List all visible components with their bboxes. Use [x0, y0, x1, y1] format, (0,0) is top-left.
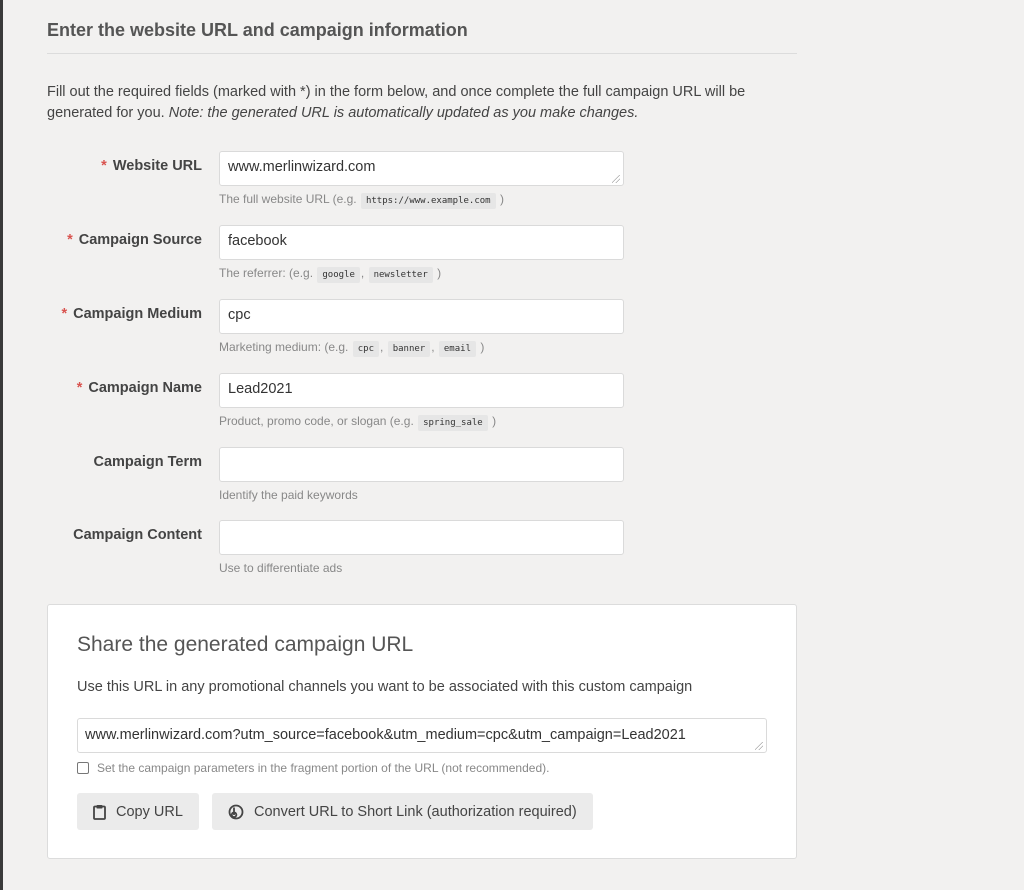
resize-handle[interactable] [612, 175, 620, 183]
help-text: The referrer: (e.g. [219, 266, 314, 280]
help-suffix: ) [492, 414, 497, 428]
example-code: banner [387, 341, 431, 357]
share-description: Use this URL in any promotional channels… [77, 679, 693, 695]
field-help: Identify the paid keywords [219, 488, 358, 502]
required-marker: * [76, 380, 83, 396]
field-input[interactable]: Lead2021 [219, 373, 624, 408]
field-label-text: Campaign Term [93, 454, 202, 470]
example-code: google [317, 267, 360, 283]
field-value: facebook [228, 233, 287, 249]
field-label-text: Campaign Source [78, 232, 202, 248]
field-help: The full website URL (e.g. https://www.e… [219, 192, 504, 209]
field-label: Campaign Content [12, 527, 202, 543]
intro-note: Note: the generated URL is automatically… [168, 105, 639, 121]
field-input[interactable]: www.merlinwizard.com [219, 151, 624, 186]
copy-url-button[interactable]: Copy URL [77, 793, 199, 830]
field-label: * Campaign Medium [12, 306, 202, 322]
example-code: cpc [352, 341, 379, 357]
clipboard-icon [93, 804, 106, 820]
field-label-text: Website URL [112, 158, 202, 174]
resize-handle[interactable] [755, 742, 763, 750]
generated-url-field[interactable]: www.merlinwizard.com?utm_source=facebook… [77, 718, 767, 753]
field-input[interactable] [219, 447, 624, 482]
field-label-text: Campaign Content [73, 527, 202, 543]
field-value: Lead2021 [228, 381, 293, 397]
field-help: Use to differentiate ads [219, 561, 342, 575]
field-value: cpc [228, 307, 251, 323]
required-marker: * [101, 158, 107, 174]
field-help: Marketing medium: (e.g. cpc, banner, ema… [219, 340, 485, 357]
required-marker: * [61, 306, 68, 322]
copy-url-label: Copy URL [116, 803, 183, 820]
share-panel: Share the generated campaign URL Use thi… [47, 604, 797, 859]
help-text: Identify the paid keywords [219, 488, 358, 502]
example-code: https://www.example.com [360, 193, 496, 209]
fragment-checkbox[interactable] [77, 762, 89, 774]
bitly-icon [228, 804, 244, 820]
section-title: Enter the website URL and campaign infor… [47, 20, 797, 54]
field-label: * Website URL [12, 158, 202, 174]
intro-text: Fill out the required fields (marked wit… [47, 82, 807, 124]
fragment-checkbox-label: Set the campaign parameters in the fragm… [97, 761, 550, 775]
example-code: email [438, 341, 476, 357]
help-text: Use to differentiate ads [219, 561, 343, 575]
field-label-text: Campaign Name [88, 380, 202, 396]
help-text: Marketing medium: (e.g. [219, 340, 349, 354]
share-title: Share the generated campaign URL [77, 633, 414, 656]
field-label-text: Campaign Medium [73, 306, 202, 322]
field-value: www.merlinwizard.com [228, 159, 376, 175]
field-input[interactable]: cpc [219, 299, 624, 334]
short-link-button[interactable]: Convert URL to Short Link (authorization… [212, 793, 593, 830]
help-suffix: ) [499, 192, 504, 206]
help-text: Product, promo code, or slogan (e.g. [219, 414, 414, 428]
field-label: * Campaign Name [12, 380, 202, 396]
field-label: Campaign Term [12, 454, 202, 470]
help-suffix: ) [480, 340, 485, 354]
help-suffix: ) [437, 266, 442, 280]
required-marker: * [67, 232, 73, 248]
field-input[interactable] [219, 520, 624, 555]
example-code: newsletter [368, 267, 433, 283]
field-help: The referrer: (e.g. google, newsletter ) [219, 266, 442, 283]
fragment-option[interactable]: Set the campaign parameters in the fragm… [77, 761, 549, 775]
help-text: The full website URL (e.g. [219, 192, 357, 206]
field-help: Product, promo code, or slogan (e.g. spr… [219, 414, 497, 431]
field-input[interactable]: facebook [219, 225, 624, 260]
example-code: spring_sale [418, 415, 488, 431]
field-label: * Campaign Source [12, 232, 202, 248]
generated-url-text: www.merlinwizard.com?utm_source=facebook… [85, 727, 686, 743]
short-link-label: Convert URL to Short Link (authorization… [254, 803, 577, 820]
window-edge [0, 0, 3, 890]
